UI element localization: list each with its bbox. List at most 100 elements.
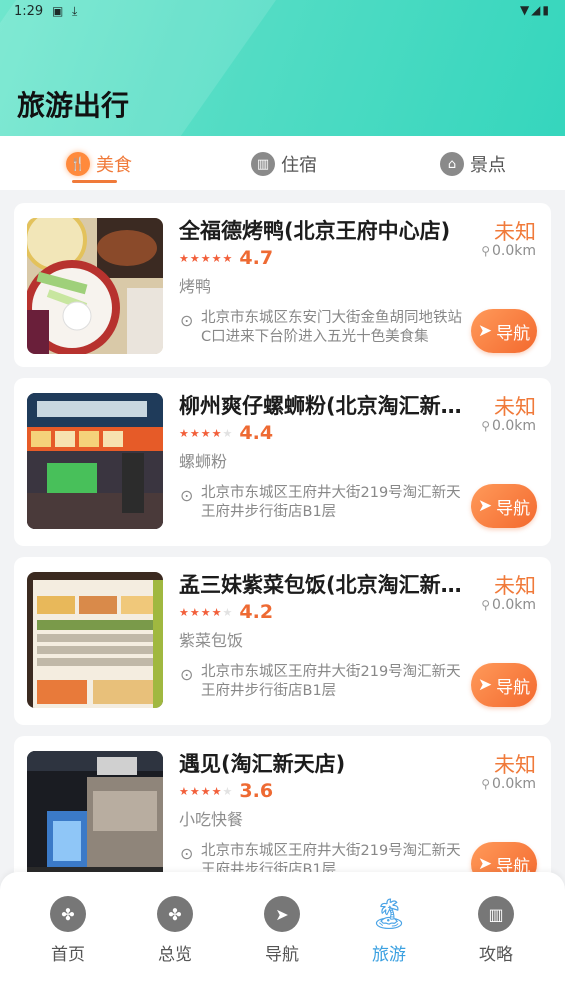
rating-value: 4.7 [239,247,274,269]
star-icon: ★ [189,251,200,265]
rating-stars: ★ ★ ★ ★ ★ 4.7 [179,247,274,269]
star-icon: ★ [200,605,211,619]
restaurant-category: 螺蛳粉 [179,452,228,471]
rating-value: 4.2 [239,601,274,623]
send-arrow-icon: ➤ [477,675,493,695]
star-icon: ★ [179,251,189,265]
restaurant-address: 北京市东城区王府井大街219号淘汇新天王府井步行街店B1层 [201,664,461,699]
rating-value: 3.6 [239,780,274,802]
navigate-button-label: 导航 [496,323,531,344]
star-icon: ★ [189,605,200,619]
open-status: 未知 [494,753,536,777]
page-title: 旅游出行 [17,89,130,122]
restaurant-name: 柳州爽仔螺蛳粉(北京淘汇新天店) [179,394,469,418]
distance: ⚲ 0.0km [481,418,536,434]
restaurant-category: 烤鸭 [179,277,212,296]
restaurant-category: 紫菜包饭 [179,631,244,650]
hotel-icon: ▥ [251,152,275,176]
open-status: 未知 [494,574,536,598]
navigate-button-label: 导航 [496,677,531,698]
star-icon: ★ [211,784,222,798]
notification-icon: ▣ [52,4,64,18]
tab-scenic-label: 景点 [470,155,506,176]
restaurant-card[interactable]: 全福德烤鸭(北京王府中心店) ★ ★ ★ ★ ★ 4.7 烤鸭 未知 ⚲ 0.0km ⊙ … [14,203,551,367]
restaurant-photo [27,751,163,887]
rating-stars: ★ ★ ★ ★ ★ 4.4 [179,422,274,444]
star-icon: ★ [200,426,211,440]
star-icon: ★ [222,784,233,798]
star-icon: ★ [222,251,233,265]
bottom-nav-navigation[interactable]: ➤ 导航 [242,896,322,965]
star-icon: ★ [211,426,222,440]
restaurant-photo [27,572,163,708]
star-icon: ★ [211,251,222,265]
bottom-nav-home[interactable]: ✤ 首页 [28,896,108,965]
distance-pin-icon: ⚲ [481,244,490,258]
bottom-nav-overview[interactable]: ✤ 总览 [135,896,215,965]
distance: ⚲ 0.0km [481,243,536,259]
navigate-button-label: 导航 [496,498,531,519]
status-bar: 1:29 ▣ ⤓ ▼◢▮ [0,0,565,26]
restaurant-name: 孟三妹紫菜包饭(北京淘汇新天店) [179,573,469,597]
open-status: 未知 [494,220,536,244]
restaurant-card[interactable]: 柳州爽仔螺蛳粉(北京淘汇新天店) ★ ★ ★ ★ ★ 4.4 螺蛳粉 未知 ⚲ 0.0km… [14,378,551,546]
distance-value: 0.0km [491,776,536,792]
location-pin-icon: ⊙ [180,844,194,863]
star-icon: ★ [189,784,200,798]
bottom-nav-label: 旅游 [372,945,406,965]
star-icon: ★ [222,605,233,619]
bottom-nav-label: 导航 [265,945,299,965]
bottom-nav-label: 攻略 [479,945,513,965]
star-icon: ★ [189,426,200,440]
star-icon: ★ [179,426,189,440]
distance-value: 0.0km [491,597,536,613]
navigate-button[interactable]: ➤ 导航 [471,309,537,353]
tab-food-label: 美食 [96,155,132,176]
bottom-nav-guide[interactable]: ▥ 攻略 [456,896,536,965]
distance-pin-icon: ⚲ [481,419,490,433]
star-icon: ★ [200,251,211,265]
overview-icon: ✤ [157,896,193,932]
distance-value: 0.0km [491,418,536,434]
distance: ⚲ 0.0km [481,597,536,613]
tab-hotel[interactable]: ▥ 住宿 [251,146,317,182]
restaurant-category: 小吃快餐 [179,810,244,829]
distance-value: 0.0km [491,243,536,259]
guide-book-icon: ▥ [478,896,514,932]
distance-pin-icon: ⚲ [481,777,490,791]
scenic-icon: ⌂ [440,152,464,176]
restaurant-photo [27,218,163,354]
tab-food[interactable]: 🍴 美食 [66,146,132,182]
navigate-button[interactable]: ➤ 导航 [471,663,537,707]
bottom-nav-label: 总览 [158,945,192,965]
bottom-nav-travel[interactable]: 🏝 旅游 [349,896,429,966]
tab-hotel-label: 住宿 [281,155,317,176]
star-icon: ★ [179,784,189,798]
travel-palm-icon: 🏝 [369,896,409,932]
distance: ⚲ 0.0km [481,776,536,792]
bottom-navigation: ✤ 首页 ✤ 总览 ➤ 导航 🏝 旅游 ▥ 攻略 [0,872,565,1004]
navigate-button[interactable]: ➤ 导航 [471,484,537,528]
active-tab-indicator [72,180,117,183]
home-icon: ✤ [50,896,86,932]
restaurant-name: 遇见(淘汇新天店) [179,752,346,776]
send-arrow-icon: ➤ [477,321,493,341]
send-arrow-icon: ➤ [477,854,493,874]
bottom-nav-label: 首页 [51,945,85,965]
rating-stars: ★ ★ ★ ★ ★ 3.6 [179,780,274,802]
system-status-icons: ▼◢▮ [519,3,551,17]
location-pin-icon: ⊙ [180,311,194,330]
distance-pin-icon: ⚲ [481,598,490,612]
restaurant-name: 全福德烤鸭(北京王府中心店) [179,219,451,243]
tab-scenic[interactable]: ⌂ 景点 [440,146,506,182]
navigation-icon: ➤ [264,896,300,932]
rating-value: 4.4 [239,422,274,444]
restaurant-photo [27,393,163,529]
location-pin-icon: ⊙ [180,665,194,684]
status-time: 1:29 [14,4,44,19]
rating-stars: ★ ★ ★ ★ ★ 4.2 [179,601,274,623]
restaurant-card[interactable]: 孟三妹紫菜包饭(北京淘汇新天店) ★ ★ ★ ★ ★ 4.2 紫菜包饭 未知 ⚲ 0.0k… [14,557,551,725]
download-icon: ⤓ [72,4,78,18]
star-icon: ★ [200,784,211,798]
app-header: 1:29 ▣ ⤓ ▼◢▮ 旅游出行 [0,0,565,136]
